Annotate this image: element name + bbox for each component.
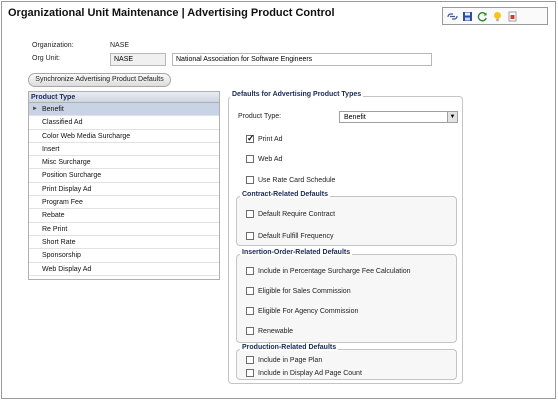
- current-row-arrow-icon: ►: [32, 106, 38, 112]
- print-ad-checkbox[interactable]: Print Ad: [246, 133, 283, 144]
- checkbox-icon[interactable]: [246, 287, 254, 295]
- org-unit-name-field[interactable]: National Association for Software Engine…: [172, 53, 432, 66]
- save-icon[interactable]: [462, 11, 473, 22]
- agency-commission-checkbox[interactable]: Eligible For Agency Commission: [246, 307, 358, 315]
- help-icon[interactable]: [492, 11, 503, 22]
- use-rate-card-checkbox[interactable]: Use Rate Card Schedule: [246, 176, 335, 184]
- synchronize-defaults-button[interactable]: Synchronize Advertising Product Defaults: [28, 73, 171, 87]
- org-unit-code-field[interactable]: NASE: [110, 53, 166, 66]
- list-item[interactable]: Print Display Ad: [29, 183, 219, 197]
- checkbox-icon[interactable]: [246, 176, 254, 184]
- org-unit-label: Org Unit:: [32, 55, 61, 62]
- web-ad-checkbox[interactable]: Web Ad: [246, 155, 282, 163]
- page-plan-checkbox[interactable]: Include in Page Plan: [246, 356, 322, 364]
- list-item[interactable]: Program Fee: [29, 196, 219, 210]
- checkbox-icon[interactable]: [246, 232, 254, 240]
- display-page-count-checkbox[interactable]: Include in Display Ad Page Count: [246, 369, 362, 377]
- checkbox-icon[interactable]: [246, 307, 254, 315]
- list-item[interactable]: ► Benefit: [29, 103, 219, 117]
- list-item[interactable]: Re Print: [29, 223, 219, 236]
- contract-defaults-title: Contract-Related Defaults: [240, 191, 330, 198]
- toolbar: [442, 7, 548, 25]
- production-defaults-title: Production-Related Defaults: [240, 344, 339, 351]
- checkbox-icon[interactable]: [246, 356, 254, 364]
- sales-commission-checkbox[interactable]: Eligible for Sales Commission: [246, 287, 351, 295]
- include-surcharge-checkbox[interactable]: Include in Percentage Surcharge Fee Calc…: [246, 267, 411, 275]
- list-item[interactable]: Misc Surcharge: [29, 156, 219, 170]
- list-item[interactable]: Insert: [29, 143, 219, 157]
- list-item[interactable]: Sponsorship: [29, 249, 219, 263]
- list-item[interactable]: Rebate: [29, 209, 219, 223]
- page-title: Organizational Unit Maintenance | Advert…: [8, 7, 335, 19]
- product-type-label: Product Type:: [238, 113, 282, 120]
- list-item[interactable]: Web Display Ad: [29, 263, 219, 276]
- product-type-header[interactable]: Product Type: [29, 92, 219, 103]
- list-item[interactable]: Classified Ad: [29, 116, 219, 130]
- list-item[interactable]: Position Surcharge: [29, 169, 219, 183]
- export-icon[interactable]: [507, 11, 518, 22]
- product-type-list: Product Type ► Benefit Classified Ad Colo…: [28, 91, 220, 280]
- renewable-checkbox[interactable]: Renewable: [246, 327, 293, 335]
- list-item[interactable]: Short Rate: [29, 236, 219, 250]
- checkbox-icon[interactable]: [246, 267, 254, 275]
- fulfill-frequency-checkbox[interactable]: Default Fulfill Frequency: [246, 232, 333, 240]
- list-item[interactable]: Color Web Media Surcharge: [29, 130, 219, 143]
- require-contract-checkbox[interactable]: Default Require Contract: [246, 210, 335, 218]
- product-type-select[interactable]: Benefit ▼: [339, 111, 458, 123]
- organization-value: NASE: [110, 42, 130, 49]
- checkbox-icon[interactable]: [246, 327, 254, 335]
- organization-label: Organization:: [32, 42, 74, 49]
- checkbox-icon[interactable]: [246, 369, 254, 377]
- checkbox-icon[interactable]: [246, 210, 254, 218]
- defaults-panel-title: Defaults for Advertising Product Types: [230, 91, 364, 98]
- insertion-defaults-title: Insertion-Order-Related Defaults: [240, 249, 353, 256]
- link-icon[interactable]: [447, 11, 458, 22]
- chevron-down-icon[interactable]: ▼: [447, 112, 457, 122]
- refresh-icon[interactable]: [477, 11, 488, 22]
- checkbox-icon[interactable]: [246, 155, 254, 163]
- checkbox-checked-icon[interactable]: [246, 133, 255, 144]
